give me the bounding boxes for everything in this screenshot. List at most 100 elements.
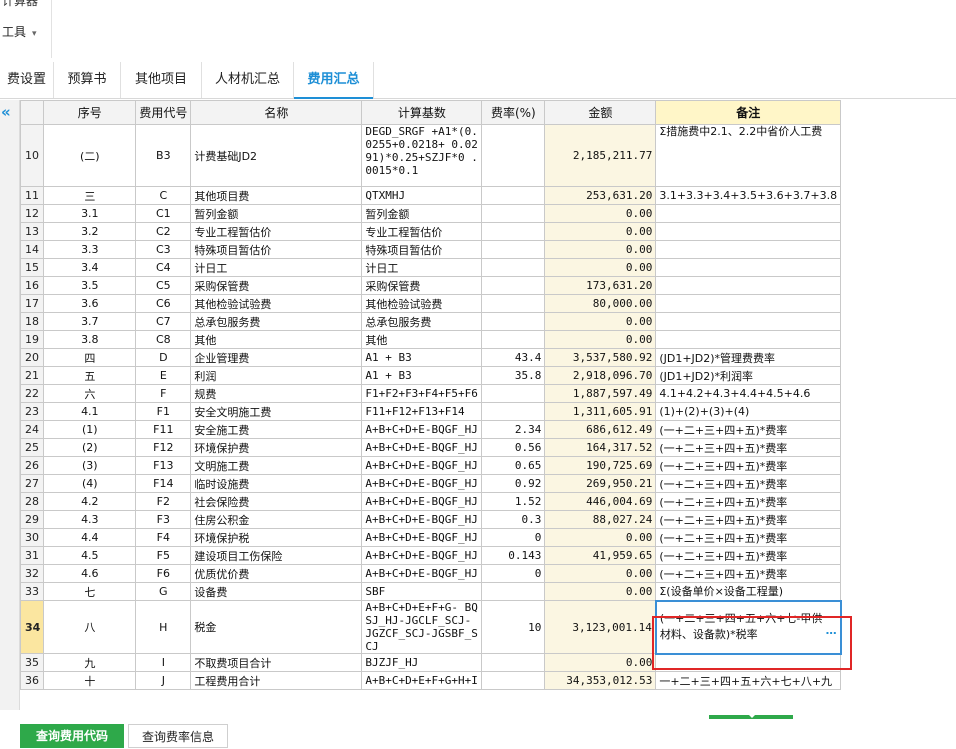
cell-name[interactable]: 暂列金额: [190, 204, 363, 223]
cell-name[interactable]: 安全施工费: [190, 420, 363, 439]
cell-base[interactable]: BJZJF_HJ: [361, 653, 483, 672]
cell-name[interactable]: 采购保管费: [190, 276, 363, 295]
cell-name[interactable]: 设备费: [190, 582, 363, 601]
table-row[interactable]: 15 3.4 C4 计日工 计日工 0.00: [19, 258, 842, 277]
cell-base[interactable]: 其他检验试验费: [361, 294, 483, 313]
cell-remark[interactable]: (一+二+三+四+五)*费率: [655, 420, 842, 439]
tab-labor-material-machine[interactable]: 人材机汇总: [202, 62, 294, 98]
cell-code[interactable]: F6: [135, 564, 192, 583]
tab-fee-summary[interactable]: 费用汇总: [294, 62, 374, 99]
cell-base[interactable]: F1+F2+F3+F4+F5+F6: [361, 384, 483, 403]
cell-rate[interactable]: 43.4: [481, 348, 546, 367]
cell-remark[interactable]: (一+二+三+四+五)*费率: [655, 528, 842, 547]
cell-name[interactable]: 文明施工费: [190, 456, 363, 475]
cell-remark[interactable]: 3.1+3.3+3.4+3.5+3.6+3.7+3.8: [655, 186, 842, 205]
cell-name[interactable]: 专业工程暂估价: [190, 222, 363, 241]
cell-base[interactable]: F11+F12+F13+F14: [361, 402, 483, 421]
cell-remark[interactable]: (一+二+三+四+五)*费率: [655, 474, 842, 493]
tab-other-items[interactable]: 其他项目: [121, 62, 202, 98]
cell-code[interactable]: F14: [135, 474, 192, 493]
cell-amount[interactable]: 88,027.24: [544, 510, 657, 529]
cell-rate[interactable]: [481, 312, 546, 331]
table-row[interactable]: 19 3.8 C8 其他 其他 0.00: [19, 330, 842, 349]
cell-amount[interactable]: 253,631.20: [544, 186, 657, 205]
cell-amount[interactable]: 0.00: [544, 528, 657, 547]
cell-rate[interactable]: [481, 240, 546, 259]
cell-remark[interactable]: Σ(设备单价×设备工程量): [655, 582, 842, 601]
tools-menu[interactable]: 工具 ▾: [2, 23, 37, 40]
tab-query-fee-code[interactable]: 查询费用代码: [20, 724, 124, 748]
splitter-handle[interactable]: [709, 713, 793, 719]
cell-name[interactable]: 临时设施费: [190, 474, 363, 493]
cell-seq[interactable]: (3): [43, 456, 137, 475]
header-code[interactable]: 费用代号: [135, 100, 192, 125]
cell-base[interactable]: 特殊项目暂估价: [361, 240, 483, 259]
cell-code[interactable]: C1: [135, 204, 192, 223]
cell-amount[interactable]: 0.00: [544, 582, 657, 601]
tab-budget-book[interactable]: 预算书: [54, 62, 121, 98]
cell-amount[interactable]: 80,000.00: [544, 294, 657, 313]
cell-seq[interactable]: (4): [43, 474, 137, 493]
cell-base[interactable]: 计日工: [361, 258, 483, 277]
cell-code[interactable]: F4: [135, 528, 192, 547]
cell-rate[interactable]: [481, 258, 546, 277]
table-row[interactable]: 17 3.6 C6 其他检验试验费 其他检验试验费 80,000.00: [19, 294, 842, 313]
cell-rate[interactable]: [481, 671, 546, 690]
cell-rate[interactable]: [481, 276, 546, 295]
cell-remark[interactable]: (一+二+三+四+五)*费率: [655, 510, 842, 529]
tab-query-rate-info[interactable]: 查询费率信息: [128, 724, 228, 748]
cell-seq[interactable]: 4.3: [43, 510, 137, 529]
cell-amount[interactable]: 2,918,096.70: [544, 366, 657, 385]
cell-seq[interactable]: 九: [43, 653, 137, 672]
cell-seq[interactable]: 4.6: [43, 564, 137, 583]
header-seq[interactable]: 序号: [43, 100, 137, 125]
cell-remark[interactable]: (JD1+JD2)*利润率: [655, 366, 842, 385]
cell-amount[interactable]: 269,950.21: [544, 474, 657, 493]
cell-amount[interactable]: 0.00: [544, 222, 657, 241]
cell-base[interactable]: DEGD_SRGF +A1*(0.0255+0.0218+ 0.0291)*0.…: [361, 124, 483, 187]
cell-remark[interactable]: (一+二+三+四+五)*费率: [655, 546, 842, 565]
tab-fee-settings[interactable]: 费设置: [0, 62, 54, 98]
cell-remark[interactable]: (JD1+JD2)*管理费费率: [655, 348, 842, 367]
cell-base[interactable]: A+B+C+D+E-BQGF_HJ: [361, 420, 483, 439]
cell-amount[interactable]: 173,631.20: [544, 276, 657, 295]
cell-base[interactable]: 采购保管费: [361, 276, 483, 295]
cell-code[interactable]: C2: [135, 222, 192, 241]
table-row[interactable]: 24 (1) F11 安全施工费 A+B+C+D+E-BQGF_HJ 2.34 686,61…: [19, 420, 842, 439]
cell-code[interactable]: J: [135, 671, 192, 690]
cell-rate[interactable]: [481, 582, 546, 601]
cell-name[interactable]: 住房公积金: [190, 510, 363, 529]
cell-remark[interactable]: [655, 276, 842, 295]
cell-remark[interactable]: [655, 330, 842, 349]
cell-code[interactable]: C8: [135, 330, 192, 349]
table-row[interactable]: 30 4.4 F4 环境保护税 A+B+C+D+E-BQGF_HJ 0 0.00 (一+二+三…: [19, 528, 842, 547]
cell-amount[interactable]: 0.00: [544, 330, 657, 349]
cell-amount[interactable]: 0.00: [544, 564, 657, 583]
cell-remark[interactable]: (一+二+三+四+五)*费率: [655, 438, 842, 457]
cell-base[interactable]: A+B+C+D+E-BQGF_HJ: [361, 438, 483, 457]
cell-amount[interactable]: 1,887,597.49: [544, 384, 657, 403]
cell-base[interactable]: QTXMHJ: [361, 186, 483, 205]
cell-rate[interactable]: [481, 204, 546, 223]
cell-seq[interactable]: 3.4: [43, 258, 137, 277]
cell-rate[interactable]: [481, 186, 546, 205]
cell-seq[interactable]: 4.2: [43, 492, 137, 511]
cell-base[interactable]: A1 + B3: [361, 348, 483, 367]
cell-seq[interactable]: 十: [43, 671, 137, 690]
table-row[interactable]: 27 (4) F14 临时设施费 A+B+C+D+E-BQGF_HJ 0.92 269,95…: [19, 474, 842, 493]
cell-code[interactable]: I: [135, 653, 192, 672]
cell-seq[interactable]: 3.1: [43, 204, 137, 223]
cell-remark[interactable]: [655, 222, 842, 241]
cell-name[interactable]: 环境保护费: [190, 438, 363, 457]
table-row[interactable]: 10 (二) B3 计费基础JD2 DEGD_SRGF +A1*(0.0255+0.02…: [19, 124, 842, 187]
cell-remark[interactable]: [655, 204, 842, 223]
header-base[interactable]: 计算基数: [361, 100, 483, 125]
header-rate[interactable]: 费率(%): [481, 100, 546, 125]
cell-name[interactable]: 其他: [190, 330, 363, 349]
cell-seq[interactable]: 4.1: [43, 402, 137, 421]
cell-seq[interactable]: 五: [43, 366, 137, 385]
cell-code[interactable]: F3: [135, 510, 192, 529]
table-row[interactable]: 33 七 G 设备费 SBF 0.00 Σ(设备单价×设备工程量): [19, 582, 842, 601]
cell-rate[interactable]: 10: [481, 600, 546, 654]
collapse-left-icon[interactable]: «: [1, 103, 11, 121]
